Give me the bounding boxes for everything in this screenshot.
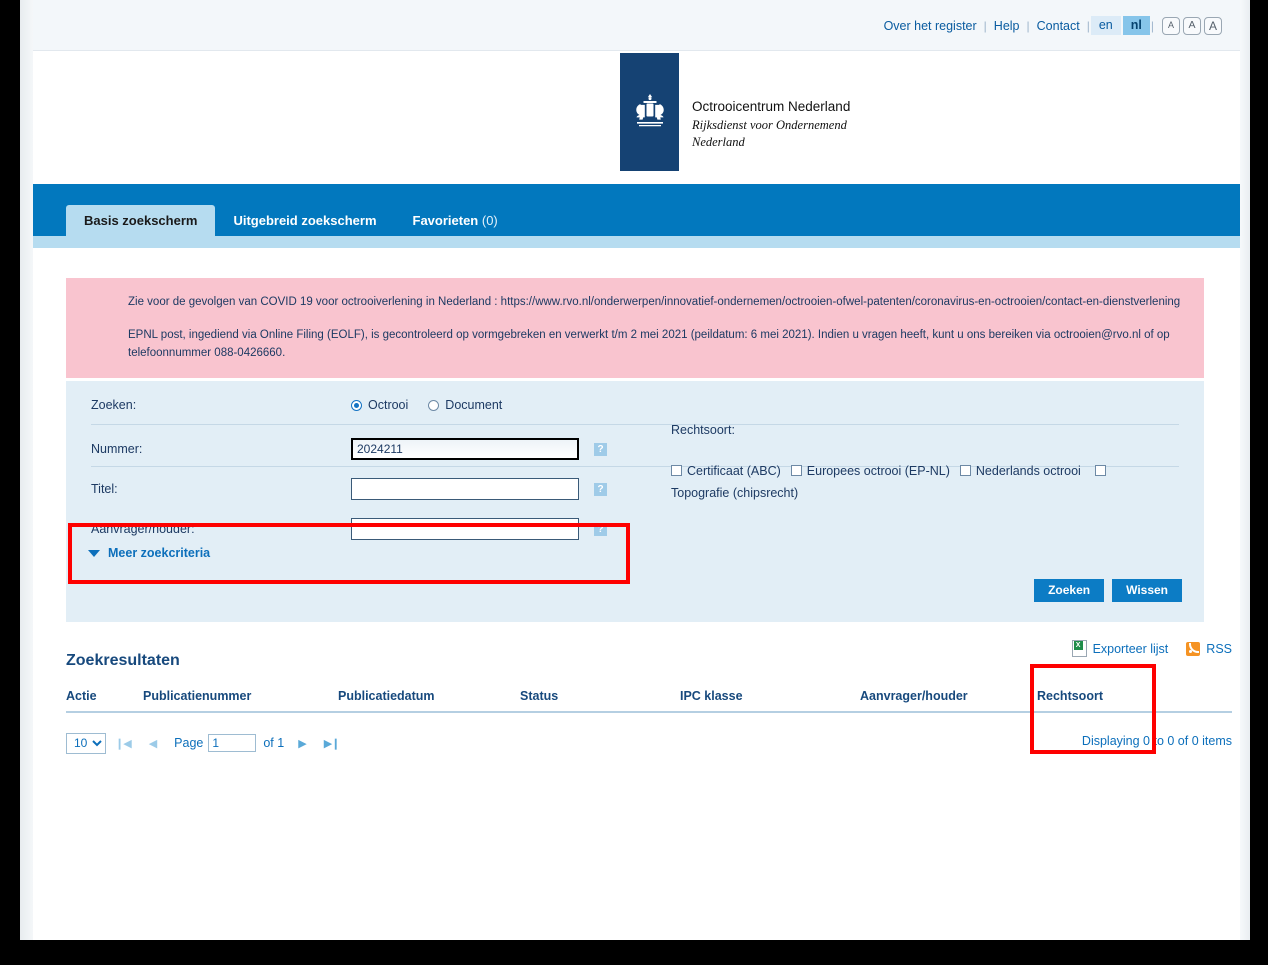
radio-document-label: Document — [445, 398, 503, 412]
aanvrager-houder-help-icon[interactable]: ? — [594, 522, 607, 536]
language-toggle-nl[interactable]: nl — [1122, 16, 1150, 35]
page-label: Page — [174, 736, 204, 750]
radio-octrooi-label: Octrooi — [368, 398, 409, 412]
column-header-ipc-klasse[interactable]: IPC klasse — [680, 689, 860, 703]
displaying-count-label: Displaying 0 to 0 of 0 items — [1081, 734, 1232, 748]
last-page-icon[interactable]: ▶❙ — [324, 737, 341, 750]
titel-help-icon[interactable]: ? — [594, 482, 607, 496]
main-navigation: Basis zoekscherm Uitgebreid zoekscherm F… — [33, 184, 1240, 236]
checkbox-europees-octrooi-label: Europees octrooi (EP-NL) — [806, 464, 950, 478]
zoeken-label: Zoeken: — [91, 398, 137, 412]
link-contact[interactable]: Contact — [1030, 19, 1087, 33]
logo-band: Octrooicentrum Nederland Rijksdienst voo… — [33, 51, 1240, 184]
field-row-aanvrager-houder: Aanvrager/houder: ? — [66, 509, 1204, 549]
logo-subtitle-line2: Nederland — [692, 134, 745, 149]
logo-title: Octrooicentrum Nederland — [692, 99, 851, 114]
tab-label: Uitgebreid zoekscherm — [233, 213, 377, 228]
column-header-actie[interactable]: Actie — [66, 689, 143, 703]
topbar-separator: | — [1086, 18, 1090, 33]
nav-underline-strip — [33, 236, 1240, 248]
radio-octrooi-icon[interactable] — [351, 399, 362, 411]
nummer-label: Nummer: — [91, 442, 143, 456]
link-help[interactable]: Help — [987, 19, 1027, 33]
aanvrager-houder-label: Aanvrager/houder: — [91, 522, 195, 536]
text-size-controls: A A A — [1162, 16, 1222, 35]
column-header-aanvrager-houder[interactable]: Aanvrager/houder — [860, 689, 1037, 703]
meer-zoekcriteria-label: Meer zoekcriteria — [108, 546, 211, 560]
aanvrager-houder-input[interactable] — [351, 518, 579, 540]
meer-zoekcriteria-toggle[interactable]: Meer zoekcriteria — [88, 546, 210, 560]
results-title: Zoekresultaten — [66, 652, 180, 669]
browser-screenshot-frame: Over het register | Help | Contact | en … — [20, 0, 1250, 940]
tab-favorieten-count: (0) — [481, 213, 498, 228]
rss-icon[interactable] — [1186, 641, 1201, 656]
wissen-button[interactable]: Wissen — [1112, 579, 1182, 602]
zoeken-button[interactable]: Zoeken — [1034, 579, 1105, 602]
site-logo[interactable]: Octrooicentrum Nederland Rijksdienst voo… — [620, 53, 850, 171]
tab-uitgebreid-zoekscherm[interactable]: Uitgebreid zoekscherm — [215, 205, 394, 236]
text-size-medium-button[interactable]: A — [1183, 16, 1201, 35]
tab-basis-zoekscherm[interactable]: Basis zoekscherm — [66, 205, 216, 236]
search-type-radio-group: Octrooi Document — [351, 398, 502, 412]
checkbox-nederlands-octrooi-label: Nederlands octrooi — [975, 464, 1081, 478]
nummer-help-icon[interactable]: ? — [594, 442, 607, 456]
topbar-separator: | — [1150, 18, 1154, 33]
first-page-icon[interactable]: ❙◀ — [115, 737, 132, 750]
rechtsoort-checkbox-group: Certificaat (ABC) Europees octrooi (EP-NL… — [671, 460, 1191, 504]
logo-wordmark: Octrooicentrum Nederland Rijksdienst voo… — [692, 98, 850, 151]
rss-link[interactable]: RSS — [1206, 642, 1232, 656]
logo-subtitle-line1: Rijksdienst voor Ondernemend — [692, 117, 847, 132]
checkbox-certificaat-abc[interactable] — [671, 465, 682, 476]
titel-label: Titel: — [91, 482, 118, 496]
covid-alert-banner: Zie voor de gevolgen van COVID 19 voor o… — [66, 278, 1204, 379]
results-table-header: Actie Publicatienummer Publicatiedatum S… — [66, 689, 1232, 713]
language-toggle-en[interactable]: en — [1090, 16, 1121, 35]
column-header-publicatienummer[interactable]: Publicatienummer — [143, 689, 338, 703]
coat-of-arms-icon — [620, 53, 679, 171]
text-size-small-button[interactable]: A — [1162, 16, 1180, 35]
alert-paragraph-1: Zie voor de gevolgen van COVID 19 voor o… — [128, 296, 1181, 308]
checkbox-nederlands-octrooi[interactable] — [959, 465, 971, 476]
chevron-down-icon — [88, 549, 100, 557]
next-page-icon[interactable]: ▶ — [298, 737, 307, 750]
results-pager: 10 ❙◀ ◀ Page of 1 ▶ ▶❙ Displaying 0 to 0… — [66, 732, 1232, 754]
utility-topbar: Over het register | Help | Contact | en … — [33, 0, 1240, 51]
radio-option-document[interactable]: Document — [428, 398, 502, 412]
column-header-publicatiedatum[interactable]: Publicatiedatum — [338, 689, 520, 703]
column-header-status[interactable]: Status — [520, 689, 680, 703]
checkbox-europees-octrooi[interactable] — [790, 465, 802, 476]
page-size-select[interactable]: 10 — [66, 732, 106, 754]
search-type-row: Zoeken: Octrooi Document — [66, 389, 1204, 421]
checkbox-certificaat-abc-label: Certificaat (ABC) — [687, 464, 781, 478]
rechtsoort-label: Rechtsoort: — [671, 423, 735, 437]
topbar-items: Over het register | Help | Contact | en … — [877, 16, 1222, 35]
tab-label: Favorieten — [412, 213, 479, 228]
page-body: Over het register | Help | Contact | en … — [33, 0, 1240, 940]
radio-document-icon[interactable] — [428, 399, 440, 411]
radio-option-octrooi[interactable]: Octrooi — [351, 398, 408, 412]
checkbox-topografie-chipsrecht[interactable] — [1094, 465, 1106, 476]
alert-paragraph-2: EPNL post, ingediend via Online Filing (… — [128, 328, 1170, 359]
page-right-gutter — [1240, 0, 1250, 940]
search-panel: Zoeken: Octrooi Document Nummer: 2024211… — [66, 381, 1204, 622]
rechtsoort-section: Rechtsoort: Certificaat (ABC) Europees oc… — [671, 423, 1191, 504]
search-actions: Zoeken Wissen — [1034, 579, 1182, 602]
page-total-label: of 1 — [263, 736, 285, 750]
checkbox-topografie-chipsrecht-label: Topografie (chipsrecht) — [671, 486, 799, 500]
excel-export-icon[interactable] — [1071, 640, 1087, 657]
column-header-rechtsoort[interactable]: Rechtsoort — [1037, 689, 1187, 703]
exporteer-lijst-link[interactable]: Exporteer lijst — [1093, 642, 1169, 656]
tab-label: Basis zoekscherm — [84, 213, 198, 228]
titel-input[interactable] — [351, 478, 579, 500]
results-export-actions: Exporteer lijst RSS — [1071, 640, 1232, 657]
page-left-gutter — [20, 0, 33, 940]
nummer-input[interactable] — [351, 438, 579, 460]
link-over-het-register[interactable]: Over het register — [877, 19, 984, 33]
search-results-section: Zoekresultaten Exporteer lijst RSS Actie… — [66, 640, 1232, 754]
tab-favorieten[interactable]: Favorieten (0) — [395, 205, 516, 236]
previous-page-icon[interactable]: ◀ — [149, 737, 158, 750]
text-size-large-button[interactable]: A — [1204, 16, 1222, 35]
page-number-input[interactable] — [208, 734, 257, 752]
